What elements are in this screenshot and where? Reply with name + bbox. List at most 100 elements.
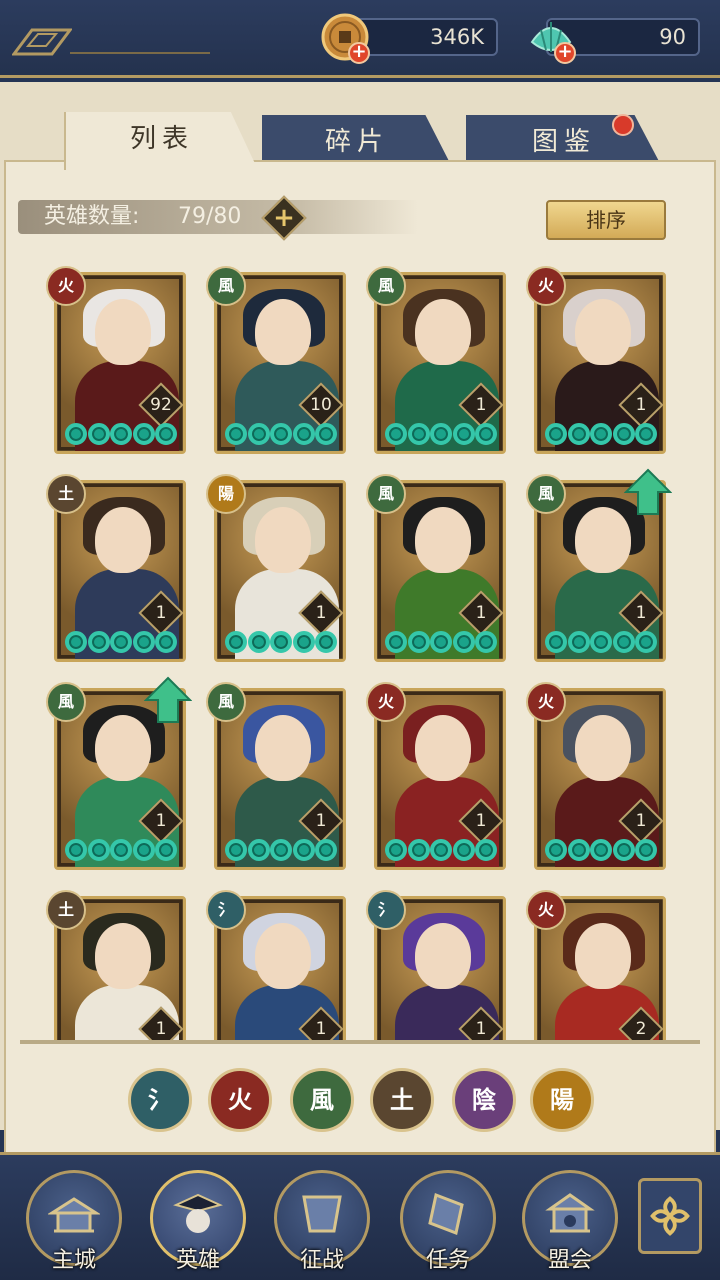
filter-yin-button[interactable]: 陰 [452, 1068, 516, 1132]
star-icon [407, 839, 430, 861]
star-icon [315, 423, 337, 445]
star-icon [155, 631, 177, 653]
star-icon [452, 423, 475, 445]
hero-count-value: 79/80 [178, 204, 242, 229]
filter-fire-button[interactable]: 火 [208, 1068, 272, 1132]
element-badge-earth: 土 [46, 890, 86, 930]
hero-level: 1 [475, 811, 487, 831]
star-icon [132, 839, 155, 861]
hero-grid: 92 火 10 風 1 風 1 火 1 土 1 陽 1 風 1 風 1 風 1 風 1 火 1 火 1 土 1 氵 1 氵 2 火 [20, 260, 700, 1042]
filter-yang-button[interactable]: 陽 [530, 1068, 594, 1132]
star-icon [247, 423, 270, 445]
element-badge-fire: 火 [526, 266, 566, 306]
star-icon [65, 631, 87, 653]
hero-level: 2 [635, 1019, 647, 1039]
hero-face [415, 299, 471, 365]
notification-dot [612, 114, 634, 136]
star-icon [475, 631, 497, 653]
divider [70, 52, 210, 54]
star-icon [247, 631, 270, 653]
filter-wind-button[interactable]: 風 [290, 1068, 354, 1132]
sort-button[interactable]: 排序 [546, 200, 666, 240]
star-icon [567, 631, 590, 653]
hero-count-label: 英雄数量: [44, 204, 140, 229]
hero-star-rating [65, 631, 177, 655]
add-jade-button[interactable]: + [554, 42, 576, 64]
star-icon [407, 423, 430, 445]
jade-amount: 90 [659, 25, 686, 49]
star-icon [132, 423, 155, 445]
star-icon [110, 631, 132, 653]
star-icon [590, 423, 612, 445]
hero-star-rating [65, 839, 177, 863]
grid-bottom-edge [20, 1040, 700, 1044]
star-icon [475, 839, 497, 861]
element-badge-fire: 火 [366, 682, 406, 722]
star-icon [452, 631, 475, 653]
nav-guild-label: 盟会 [547, 1248, 592, 1273]
star-icon [612, 839, 635, 861]
more-menu-button[interactable] [638, 1178, 702, 1254]
star-icon [155, 839, 177, 861]
flower-menu-icon [650, 1196, 690, 1236]
star-icon [270, 423, 292, 445]
coin-counter[interactable]: + 346K [321, 13, 498, 64]
element-badge-yang: 陽 [206, 474, 246, 514]
tab-list[interactable]: 列表 [64, 112, 258, 170]
menu-icon[interactable] [12, 26, 72, 56]
star-icon [545, 839, 567, 861]
hero-star-rating [65, 423, 177, 447]
hero-level: 1 [635, 811, 647, 831]
nav-campaign-label: 征战 [299, 1248, 344, 1273]
jade-counter[interactable]: + 90 [530, 18, 700, 64]
star-icon [225, 631, 247, 653]
star-icon [612, 631, 635, 653]
star-icon [292, 423, 315, 445]
heroes-icon [173, 1193, 223, 1233]
hero-star-rating [385, 631, 497, 655]
hero-face [415, 923, 471, 989]
hero-face [95, 299, 151, 365]
hero-level: 1 [155, 603, 167, 623]
nav-quests-label: 任务 [425, 1248, 470, 1273]
element-badge-fire: 火 [526, 682, 566, 722]
nav-main-city-label: 主城 [51, 1248, 96, 1273]
hero-star-rating [225, 423, 337, 447]
star-icon [590, 839, 612, 861]
filter-earth-button[interactable]: 土 [370, 1068, 434, 1132]
hero-star-rating [545, 423, 657, 447]
star-icon [155, 423, 177, 445]
hero-level: 10 [310, 395, 332, 415]
star-icon [270, 839, 292, 861]
hero-face [255, 715, 311, 781]
hero-face [255, 507, 311, 573]
hero-level: 92 [150, 395, 172, 415]
star-icon [87, 631, 110, 653]
hero-level: 1 [315, 1019, 327, 1039]
hero-level: 1 [155, 1019, 167, 1039]
star-icon [635, 839, 657, 861]
element-badge-wind: 風 [366, 266, 406, 306]
filter-water-button[interactable]: 氵 [128, 1068, 192, 1132]
hero-level: 1 [475, 603, 487, 623]
upgrade-arrow-icon [624, 468, 672, 515]
hero-face [95, 715, 151, 781]
element-badge-wind: 風 [366, 474, 406, 514]
add-coins-button[interactable]: + [348, 42, 370, 64]
star-icon [430, 839, 452, 861]
nav-heroes-label: 英雄 [175, 1248, 220, 1273]
coin-amount: 346K [430, 25, 484, 49]
star-icon [545, 631, 567, 653]
star-icon [110, 839, 132, 861]
hero-face [95, 923, 151, 989]
hero-face [575, 715, 631, 781]
hero-level: 1 [315, 811, 327, 831]
hero-face [415, 715, 471, 781]
star-icon [270, 631, 292, 653]
quests-icon [428, 1192, 464, 1235]
star-icon [247, 839, 270, 861]
element-badge-wind: 風 [206, 682, 246, 722]
hero-face [255, 923, 311, 989]
hero-face [575, 923, 631, 989]
star-icon [475, 423, 497, 445]
